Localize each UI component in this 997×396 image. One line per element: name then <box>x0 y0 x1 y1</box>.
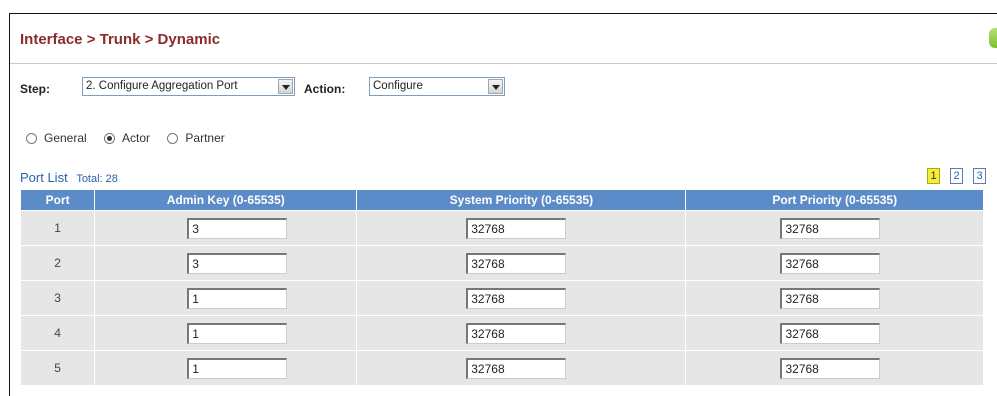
admin-key-cell: 1 <box>94 280 358 316</box>
step-select-value: 2. Configure Aggregation Port <box>86 80 238 92</box>
radio-button-icon[interactable] <box>26 132 37 144</box>
system-priority-cell: 32768 <box>356 350 687 386</box>
port-priority-input[interactable]: 32768 <box>780 217 881 239</box>
radio-general[interactable]: General <box>26 131 87 145</box>
port-table: Port Admin Key (0-65535) System Priority… <box>19 189 984 386</box>
page-link-3[interactable]: 3 <box>973 168 986 184</box>
port-number: 5 <box>19 350 96 386</box>
port-number: 1 <box>19 210 96 246</box>
column-header-port-priority: Port Priority (0-65535) <box>685 189 984 211</box>
admin-key-input[interactable]: 3 <box>187 252 288 274</box>
column-header-system-priority: System Priority (0-65535) <box>356 189 687 211</box>
admin-key-cell: 3 <box>94 210 358 246</box>
system-priority-cell: 32768 <box>356 245 687 281</box>
system-priority-cell: 32768 <box>356 280 687 316</box>
admin-key-input[interactable]: 1 <box>187 322 288 344</box>
view-radio-group: General Actor Partner <box>26 131 239 147</box>
radio-label: Partner <box>185 131 225 145</box>
radio-actor[interactable]: Actor <box>104 131 150 145</box>
admin-key-input[interactable]: 1 <box>187 357 288 379</box>
pagination: 1 2 3 <box>927 168 986 184</box>
port-priority-input[interactable]: 32768 <box>780 252 881 274</box>
admin-key-cell: 1 <box>94 350 358 386</box>
help-icon[interactable] <box>989 28 997 48</box>
column-header-port: Port <box>19 189 96 211</box>
port-number: 4 <box>19 315 96 351</box>
port-priority-cell: 32768 <box>685 315 984 351</box>
table-header-row: Port Admin Key (0-65535) System Priority… <box>19 189 984 211</box>
page-title: Interface > Trunk > Dynamic <box>20 31 221 48</box>
admin-key-cell: 1 <box>94 315 358 351</box>
system-priority-input[interactable]: 32768 <box>466 217 567 239</box>
system-priority-cell: 32768 <box>356 315 687 351</box>
port-number: 3 <box>19 280 96 316</box>
port-priority-cell: 32768 <box>685 210 984 246</box>
admin-key-cell: 3 <box>94 245 358 281</box>
system-priority-input[interactable]: 32768 <box>466 322 567 344</box>
system-priority-input[interactable]: 32768 <box>466 287 567 309</box>
step-select[interactable]: 2. Configure Aggregation Port <box>82 77 295 96</box>
action-label: Action: <box>304 82 346 96</box>
table-row: 1 3 32768 32768 <box>19 210 984 246</box>
radio-partner[interactable]: Partner <box>167 131 225 145</box>
column-header-admin-key: Admin Key (0-65535) <box>94 189 358 211</box>
port-list-total: Total: 28 <box>76 173 118 185</box>
port-priority-cell: 32768 <box>685 350 984 386</box>
radio-button-checked-icon[interactable] <box>104 132 116 144</box>
step-label: Step: <box>20 82 50 96</box>
action-select-value: Configure <box>373 80 423 92</box>
chevron-down-icon[interactable] <box>278 79 293 94</box>
action-select[interactable]: Configure <box>369 77 505 96</box>
radio-button-icon[interactable] <box>167 132 179 144</box>
port-priority-input[interactable]: 32768 <box>780 287 881 309</box>
divider <box>10 63 997 64</box>
system-priority-input[interactable]: 32768 <box>466 357 567 379</box>
table-row: 5 1 32768 32768 <box>19 350 984 386</box>
main-panel: Interface > Trunk > Dynamic Step: 2. Con… <box>9 13 997 396</box>
port-number: 2 <box>19 245 96 281</box>
admin-key-input[interactable]: 1 <box>187 287 288 309</box>
page-link-1[interactable]: 1 <box>927 168 940 184</box>
table-row: 3 1 32768 32768 <box>19 280 984 316</box>
step-bar: Step: 2. Configure Aggregation Port Acti… <box>10 74 997 104</box>
port-priority-input[interactable]: 32768 <box>780 357 881 379</box>
table-row: 2 3 32768 32768 <box>19 245 984 281</box>
radio-label: Actor <box>122 131 151 145</box>
system-priority-input[interactable]: 32768 <box>466 252 567 274</box>
port-list-heading: Port List Total: 28 <box>20 170 118 185</box>
admin-key-input[interactable]: 3 <box>187 217 288 239</box>
port-priority-cell: 32768 <box>685 280 984 316</box>
radio-label: General <box>44 131 87 145</box>
table-row: 4 1 32768 32768 <box>19 315 984 351</box>
chevron-down-icon[interactable] <box>488 79 503 94</box>
port-list-title: Port List <box>20 170 68 185</box>
port-priority-cell: 32768 <box>685 245 984 281</box>
page-link-2[interactable]: 2 <box>950 168 963 184</box>
port-priority-input[interactable]: 32768 <box>780 322 881 344</box>
system-priority-cell: 32768 <box>356 210 687 246</box>
